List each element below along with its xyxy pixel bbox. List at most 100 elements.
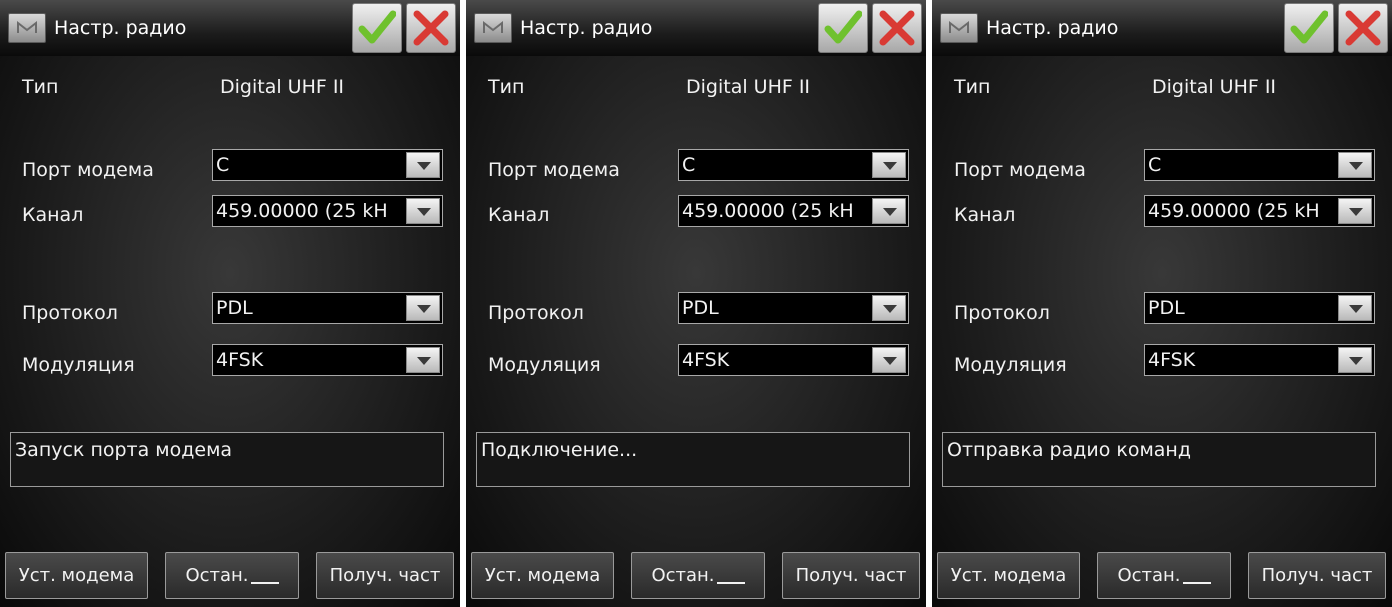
modem-port-label: Порт модема	[488, 159, 620, 181]
channel-select[interactable]: 459.00000 (25 kH	[1144, 195, 1375, 227]
chevron-down-icon	[1349, 305, 1363, 313]
chevron-down-icon	[1349, 357, 1363, 365]
setup-modem-button[interactable]: Уст. модема	[937, 552, 1080, 599]
chevron-down-icon	[883, 357, 897, 365]
protocol-select[interactable]: PDL	[212, 292, 443, 324]
modem-port-select[interactable]: C	[1144, 149, 1375, 181]
title-bar: Настр. радио	[0, 0, 460, 56]
protocol-dropdown-button[interactable]	[872, 295, 906, 321]
modulation-value: 4FSK	[1148, 349, 1196, 371]
ok-button[interactable]	[352, 3, 402, 53]
modulation-label: Модуляция	[22, 354, 135, 376]
cancel-button[interactable]	[406, 3, 456, 53]
window-title: Настр. радио	[54, 17, 187, 39]
channel-select[interactable]: 459.00000 (25 kH	[212, 195, 443, 227]
chevron-down-icon	[883, 208, 897, 216]
modem-port-dropdown-button[interactable]	[872, 152, 906, 178]
modem-port-select[interactable]: C	[678, 149, 909, 181]
modulation-value: 4FSK	[216, 349, 264, 371]
type-label: Тип	[488, 76, 525, 98]
channel-dropdown-button[interactable]	[406, 198, 440, 224]
setup-modem-label: Уст. модема	[484, 565, 601, 586]
window-title: Настр. радио	[986, 17, 1119, 39]
get-frequency-button[interactable]: Получ. част	[782, 552, 920, 599]
protocol-label: Протокол	[488, 302, 584, 324]
modem-port-dropdown-button[interactable]	[406, 152, 440, 178]
channel-select[interactable]: 459.00000 (25 kH	[678, 195, 909, 227]
close-icon	[413, 10, 449, 46]
status-box: Подключение...	[476, 432, 910, 487]
checkmark-icon	[1290, 10, 1328, 44]
checkmark-icon	[358, 10, 396, 44]
modem-port-value: C	[1148, 154, 1162, 176]
ok-button[interactable]	[1284, 3, 1334, 53]
window-title: Настр. радио	[520, 17, 653, 39]
modulation-select[interactable]: 4FSK	[212, 344, 443, 376]
channel-label: Канал	[488, 204, 550, 226]
status-box: Отправка радио команд	[942, 432, 1376, 487]
chevron-down-icon	[883, 305, 897, 313]
modem-port-value: C	[216, 154, 230, 176]
get-frequency-button[interactable]: Получ. част	[316, 552, 454, 599]
cancel-button[interactable]	[1338, 3, 1388, 53]
stop-button[interactable]: Остан.	[1097, 552, 1231, 599]
modem-port-label: Порт модема	[954, 159, 1086, 181]
chevron-down-icon	[883, 162, 897, 170]
protocol-select[interactable]: PDL	[1144, 292, 1375, 324]
modulation-dropdown-button[interactable]	[872, 347, 906, 373]
modulation-value: 4FSK	[682, 349, 730, 371]
setup-modem-label: Уст. модема	[18, 565, 135, 586]
protocol-dropdown-button[interactable]	[406, 295, 440, 321]
cancel-button[interactable]	[872, 3, 922, 53]
channel-value: 459.00000 (25 kH	[1148, 200, 1320, 222]
stop-button[interactable]: Остан.	[165, 552, 299, 599]
modem-port-dropdown-button[interactable]	[1338, 152, 1372, 178]
chevron-down-icon	[417, 305, 431, 313]
setup-modem-button[interactable]: Уст. модема	[471, 552, 614, 599]
channel-label: Канал	[954, 204, 1016, 226]
menu-button[interactable]	[474, 13, 512, 43]
modulation-dropdown-button[interactable]	[1338, 347, 1372, 373]
modem-port-select[interactable]: C	[212, 149, 443, 181]
modulation-dropdown-button[interactable]	[406, 347, 440, 373]
setup-modem-button[interactable]: Уст. модема	[5, 552, 148, 599]
title-bar: Настр. радио	[466, 0, 926, 56]
protocol-dropdown-button[interactable]	[1338, 295, 1372, 321]
ok-button[interactable]	[818, 3, 868, 53]
protocol-value: PDL	[1148, 297, 1185, 319]
setup-modem-label: Уст. модема	[950, 565, 1067, 586]
channel-value: 459.00000 (25 kH	[216, 200, 388, 222]
modulation-label: Модуляция	[954, 354, 1067, 376]
get-frequency-label: Получ. част	[329, 565, 441, 586]
get-frequency-label: Получ. част	[1261, 565, 1373, 586]
get-frequency-button[interactable]: Получ. част	[1248, 552, 1386, 599]
radio-settings-panel-3: Настр. радио Тип Digital UHF II Порт мод…	[932, 0, 1392, 607]
channel-dropdown-button[interactable]	[872, 198, 906, 224]
stop-underline	[1182, 568, 1211, 584]
type-value: Digital UHF II	[1152, 76, 1277, 98]
status-text: Запуск порта модема	[15, 439, 233, 461]
modem-port-value: C	[682, 154, 696, 176]
protocol-select[interactable]: PDL	[678, 292, 909, 324]
protocol-label: Протокол	[954, 302, 1050, 324]
type-label: Тип	[954, 76, 991, 98]
protocol-value: PDL	[682, 297, 719, 319]
chevron-down-icon	[417, 357, 431, 365]
screenshot-panels: Настр. радио Тип Digital UHF II Порт мод…	[0, 0, 1392, 607]
status-text: Отправка радио команд	[947, 439, 1191, 461]
menu-icon	[483, 20, 503, 33]
menu-button[interactable]	[940, 13, 978, 43]
modulation-select[interactable]: 4FSK	[678, 344, 909, 376]
modulation-select[interactable]: 4FSK	[1144, 344, 1375, 376]
channel-dropdown-button[interactable]	[1338, 198, 1372, 224]
status-box: Запуск порта модема	[10, 432, 444, 487]
stop-button[interactable]: Остан.	[631, 552, 765, 599]
modulation-label: Модуляция	[488, 354, 601, 376]
menu-button[interactable]	[8, 13, 46, 43]
checkmark-icon	[824, 10, 862, 44]
chevron-down-icon	[1349, 162, 1363, 170]
type-value: Digital UHF II	[220, 76, 345, 98]
chevron-down-icon	[1349, 208, 1363, 216]
menu-icon	[949, 20, 969, 33]
radio-settings-panel-2: Настр. радио Тип Digital UHF II Порт мод…	[466, 0, 926, 607]
